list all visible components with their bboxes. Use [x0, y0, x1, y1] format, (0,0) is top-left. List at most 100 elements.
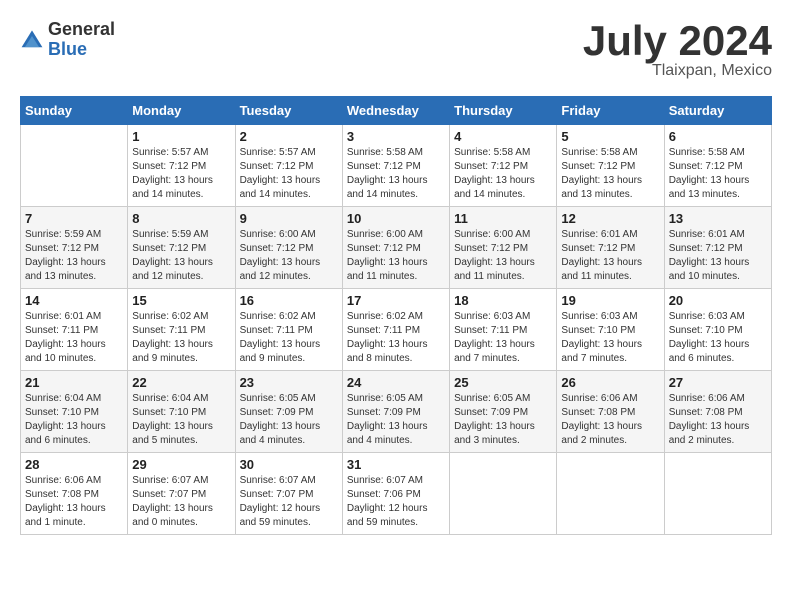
calendar-cell: 4Sunrise: 5:58 AMSunset: 7:12 PMDaylight…: [450, 125, 557, 207]
weekday-header-tuesday: Tuesday: [235, 97, 342, 125]
calendar-week-1: 1 Sunrise: 5:57 AMSunset: 7:12 PMDaylight…: [21, 125, 772, 207]
calendar-cell: 1 Sunrise: 5:57 AMSunset: 7:12 PMDaylight…: [128, 125, 235, 207]
calendar-cell: 26 Sunrise: 6:06 AMSunset: 7:08 PMDayligh…: [557, 371, 664, 453]
logo: General Blue: [20, 20, 115, 60]
day-number: 20: [669, 293, 767, 308]
calendar-cell: 22Sunrise: 6:04 AMSunset: 7:10 PMDayligh…: [128, 371, 235, 453]
day-number: 10: [347, 211, 445, 226]
weekday-header-sunday: Sunday: [21, 97, 128, 125]
logo-blue: Blue: [48, 40, 115, 60]
page-header: General Blue July 2024 Tlaixpan, Mexico: [20, 20, 772, 80]
logo-general: General: [48, 20, 115, 40]
calendar-cell: 3 Sunrise: 5:58 AMSunset: 7:12 PMDaylight…: [342, 125, 449, 207]
day-number: 1: [132, 129, 230, 144]
day-number: 22: [132, 375, 230, 390]
calendar-cell: [557, 453, 664, 535]
day-number: 19: [561, 293, 659, 308]
day-info: Sunrise: 6:02 AMSunset: 7:11 PMDaylight:…: [132, 310, 230, 366]
day-info: Sunrise: 5:57 AMSunset: 7:12 PMDaylight:…: [132, 146, 230, 202]
day-info: Sunrise: 6:07 AMSunset: 7:06 PMDaylight:…: [347, 474, 445, 530]
calendar-cell: 9 Sunrise: 6:00 AMSunset: 7:12 PMDaylight…: [235, 207, 342, 289]
day-number: 5: [561, 129, 659, 144]
day-number: 24: [347, 375, 445, 390]
day-info: Sunrise: 6:03 AMSunset: 7:11 PMDaylight:…: [454, 310, 552, 366]
calendar-cell: 18 Sunrise: 6:03 AMSunset: 7:11 PMDayligh…: [450, 289, 557, 371]
day-info: Sunrise: 6:03 AMSunset: 7:10 PMDaylight:…: [669, 310, 767, 366]
day-number: 13: [669, 211, 767, 226]
day-number: 3: [347, 129, 445, 144]
day-number: 14: [25, 293, 123, 308]
calendar-cell: 6 Sunrise: 5:58 AMSunset: 7:12 PMDaylight…: [664, 125, 771, 207]
day-info: Sunrise: 6:00 AMSunset: 7:12 PMDaylight:…: [454, 228, 552, 284]
calendar-cell: 8Sunrise: 5:59 AMSunset: 7:12 PMDaylight…: [128, 207, 235, 289]
day-info: Sunrise: 6:04 AMSunset: 7:10 PMDaylight:…: [25, 392, 123, 448]
day-info: Sunrise: 5:59 AMSunset: 7:12 PMDaylight:…: [25, 228, 123, 284]
day-info: Sunrise: 6:03 AMSunset: 7:10 PMDaylight:…: [561, 310, 659, 366]
day-number: 27: [669, 375, 767, 390]
calendar-cell: 2Sunrise: 5:57 AMSunset: 7:12 PMDaylight…: [235, 125, 342, 207]
calendar-cell: 24Sunrise: 6:05 AMSunset: 7:09 PMDayligh…: [342, 371, 449, 453]
day-info: Sunrise: 6:00 AMSunset: 7:12 PMDaylight:…: [347, 228, 445, 284]
day-info: Sunrise: 5:58 AMSunset: 7:12 PMDaylight:…: [669, 146, 767, 202]
day-number: 12: [561, 211, 659, 226]
day-number: 28: [25, 457, 123, 472]
calendar-week-2: 7 Sunrise: 5:59 AMSunset: 7:12 PMDaylight…: [21, 207, 772, 289]
title-month: July 2024: [583, 20, 772, 62]
weekday-header-friday: Friday: [557, 97, 664, 125]
day-info: Sunrise: 6:05 AMSunset: 7:09 PMDaylight:…: [454, 392, 552, 448]
calendar-cell: 23 Sunrise: 6:05 AMSunset: 7:09 PMDayligh…: [235, 371, 342, 453]
day-number: 18: [454, 293, 552, 308]
day-number: 26: [561, 375, 659, 390]
day-number: 6: [669, 129, 767, 144]
calendar-cell: [664, 453, 771, 535]
day-info: Sunrise: 6:06 AMSunset: 7:08 PMDaylight:…: [25, 474, 123, 530]
calendar-cell: 15 Sunrise: 6:02 AMSunset: 7:11 PMDayligh…: [128, 289, 235, 371]
logo-icon: [20, 28, 44, 52]
day-info: Sunrise: 5:58 AMSunset: 7:12 PMDaylight:…: [347, 146, 445, 202]
day-info: Sunrise: 6:00 AMSunset: 7:12 PMDaylight:…: [240, 228, 338, 284]
calendar-cell: 21Sunrise: 6:04 AMSunset: 7:10 PMDayligh…: [21, 371, 128, 453]
calendar-cell: 7 Sunrise: 5:59 AMSunset: 7:12 PMDaylight…: [21, 207, 128, 289]
calendar-cell: 17 Sunrise: 6:02 AMSunset: 7:11 PMDayligh…: [342, 289, 449, 371]
title-location: Tlaixpan, Mexico: [583, 62, 772, 80]
day-number: 30: [240, 457, 338, 472]
day-number: 2: [240, 129, 338, 144]
calendar-cell: 28 Sunrise: 6:06 AMSunset: 7:08 PMDayligh…: [21, 453, 128, 535]
day-number: 9: [240, 211, 338, 226]
day-info: Sunrise: 6:01 AMSunset: 7:12 PMDaylight:…: [669, 228, 767, 284]
calendar-cell: 12 Sunrise: 6:01 AMSunset: 7:12 PMDayligh…: [557, 207, 664, 289]
calendar-cell: 11Sunrise: 6:00 AMSunset: 7:12 PMDayligh…: [450, 207, 557, 289]
day-info: Sunrise: 6:01 AMSunset: 7:12 PMDaylight:…: [561, 228, 659, 284]
day-info: Sunrise: 6:01 AMSunset: 7:11 PMDaylight:…: [25, 310, 123, 366]
day-info: Sunrise: 6:06 AMSunset: 7:08 PMDaylight:…: [561, 392, 659, 448]
calendar-cell: [21, 125, 128, 207]
day-info: Sunrise: 6:05 AMSunset: 7:09 PMDaylight:…: [240, 392, 338, 448]
calendar-cell: 27 Sunrise: 6:06 AMSunset: 7:08 PMDayligh…: [664, 371, 771, 453]
day-info: Sunrise: 5:58 AMSunset: 7:12 PMDaylight:…: [454, 146, 552, 202]
calendar-week-4: 21Sunrise: 6:04 AMSunset: 7:10 PMDayligh…: [21, 371, 772, 453]
day-number: 15: [132, 293, 230, 308]
calendar-cell: 13 Sunrise: 6:01 AMSunset: 7:12 PMDayligh…: [664, 207, 771, 289]
day-number: 17: [347, 293, 445, 308]
day-info: Sunrise: 6:02 AMSunset: 7:11 PMDaylight:…: [347, 310, 445, 366]
calendar-cell: 20 Sunrise: 6:03 AMSunset: 7:10 PMDayligh…: [664, 289, 771, 371]
calendar-cell: [450, 453, 557, 535]
day-info: Sunrise: 6:07 AMSunset: 7:07 PMDaylight:…: [132, 474, 230, 530]
calendar-cell: 31Sunrise: 6:07 AMSunset: 7:06 PMDayligh…: [342, 453, 449, 535]
weekday-header-monday: Monday: [128, 97, 235, 125]
logo-text: General Blue: [48, 20, 115, 60]
calendar-cell: 5Sunrise: 5:58 AMSunset: 7:12 PMDaylight…: [557, 125, 664, 207]
day-number: 7: [25, 211, 123, 226]
day-info: Sunrise: 6:02 AMSunset: 7:11 PMDaylight:…: [240, 310, 338, 366]
calendar-table: SundayMondayTuesdayWednesdayThursdayFrid…: [20, 96, 772, 535]
day-info: Sunrise: 6:06 AMSunset: 7:08 PMDaylight:…: [669, 392, 767, 448]
calendar-cell: 30Sunrise: 6:07 AMSunset: 7:07 PMDayligh…: [235, 453, 342, 535]
weekday-header-wednesday: Wednesday: [342, 97, 449, 125]
day-number: 23: [240, 375, 338, 390]
calendar-week-3: 14 Sunrise: 6:01 AMSunset: 7:11 PMDayligh…: [21, 289, 772, 371]
weekday-header-row: SundayMondayTuesdayWednesdayThursdayFrid…: [21, 97, 772, 125]
calendar-cell: 19 Sunrise: 6:03 AMSunset: 7:10 PMDayligh…: [557, 289, 664, 371]
calendar-cell: 29Sunrise: 6:07 AMSunset: 7:07 PMDayligh…: [128, 453, 235, 535]
day-number: 16: [240, 293, 338, 308]
calendar-week-5: 28 Sunrise: 6:06 AMSunset: 7:08 PMDayligh…: [21, 453, 772, 535]
